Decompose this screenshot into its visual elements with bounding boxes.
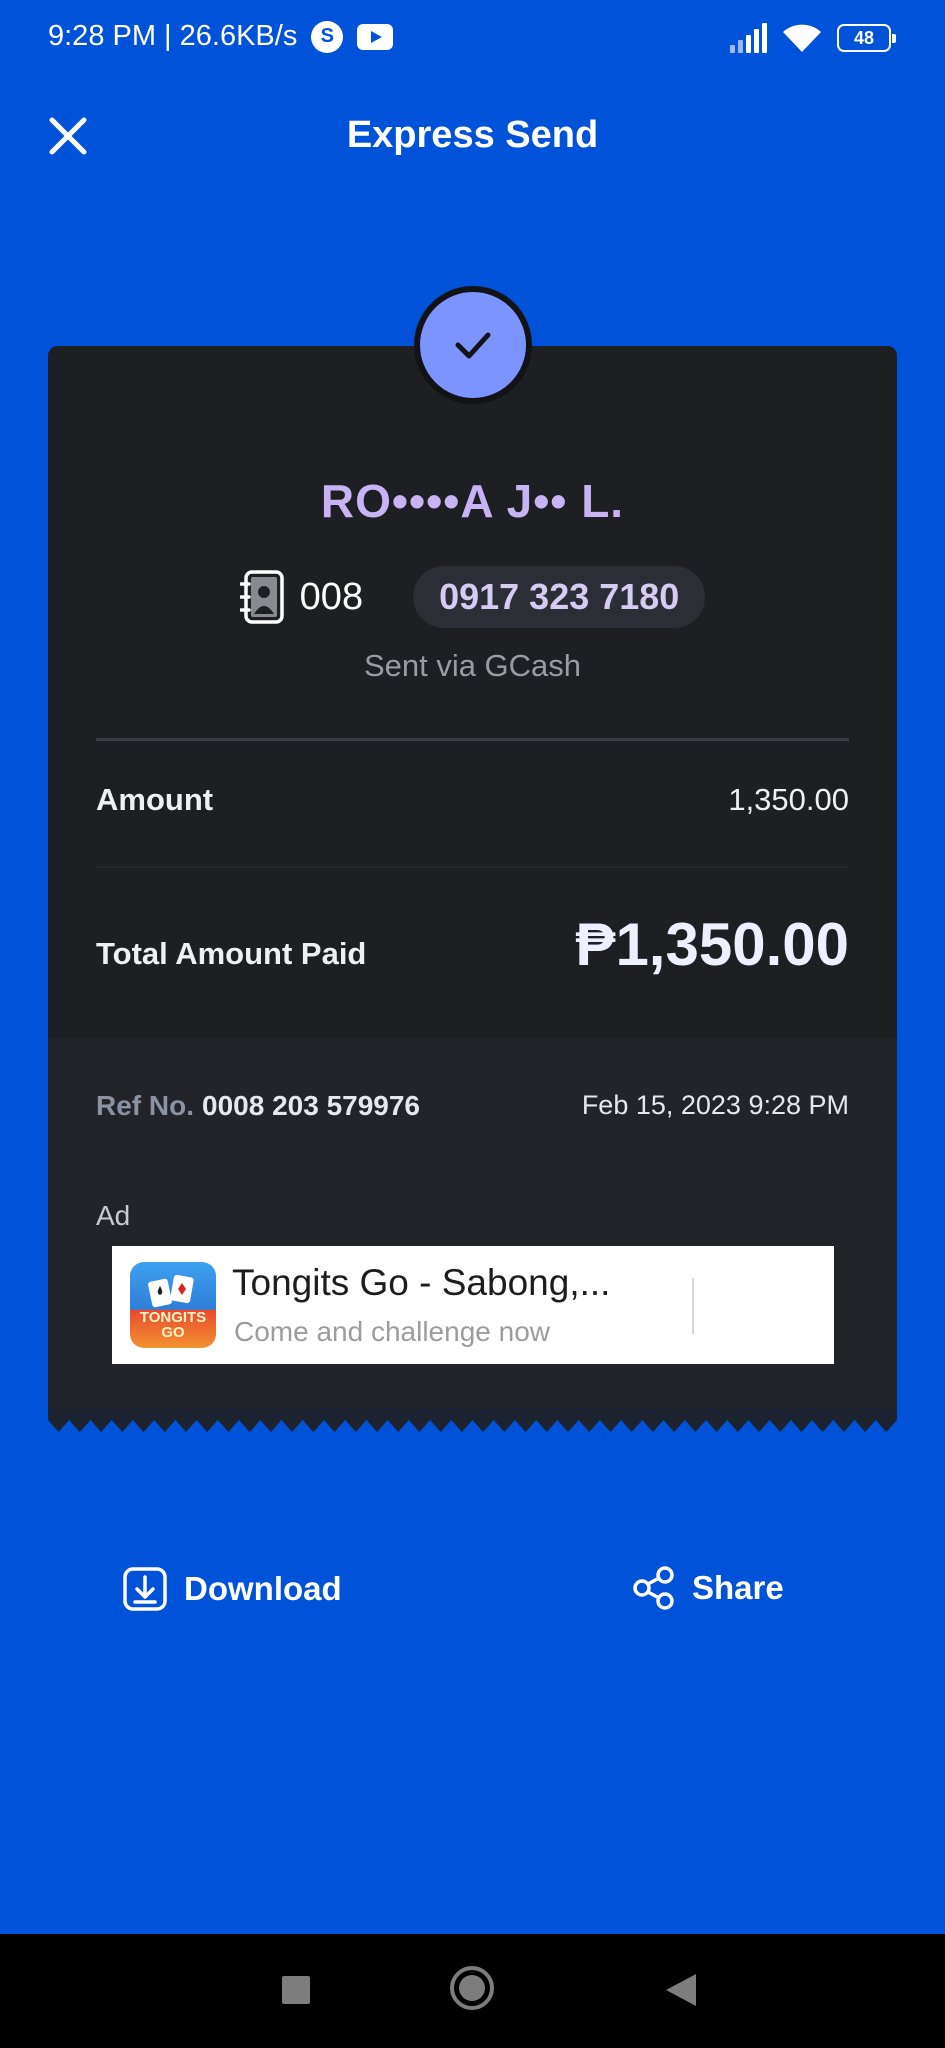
- receipt-card: RO••••A J•• L. 008 0917 323 7180 Sent vi…: [48, 346, 897, 1408]
- status-bar: 9:28 PM | 26.6KB/s S 48: [0, 0, 945, 84]
- ref-value: 0008 203 579976: [202, 1090, 420, 1121]
- recipient-row: 008 0917 323 7180: [48, 566, 897, 628]
- ref-label: Ref No.: [96, 1090, 194, 1121]
- playing-cards-icon: [148, 1274, 194, 1308]
- total-amount-label: Total Amount Paid: [96, 936, 367, 971]
- home-button[interactable]: [450, 1966, 494, 2010]
- ad-subtitle: Come and challenge now: [234, 1316, 550, 1347]
- divider: [96, 738, 849, 741]
- success-badge: [414, 286, 532, 404]
- tongits-go-logo: TONGITS GO: [130, 1262, 216, 1348]
- check-icon: [455, 332, 491, 359]
- ad-separator: [692, 1278, 694, 1334]
- ad-banner[interactable]: TONGITS GO Tongits Go - Sabong,... Come …: [112, 1246, 834, 1364]
- share-icon: [633, 1566, 674, 1610]
- ad-label: Ad: [96, 1200, 131, 1231]
- receipt-summary: RO••••A J•• L. 008 0917 323 7180 Sent vi…: [48, 346, 897, 1038]
- download-button[interactable]: Download: [122, 1566, 342, 1612]
- reference-number: Ref No. 0008 203 579976: [96, 1090, 420, 1122]
- wifi-icon: [783, 24, 821, 52]
- ad-logo-text: TONGITS GO: [139, 1309, 207, 1341]
- header: Express Send: [0, 100, 945, 172]
- signal-icon: [730, 23, 767, 53]
- total-amount-value: ₱1,350.00: [575, 911, 849, 978]
- amount-label: Amount: [96, 782, 214, 817]
- transaction-date: Feb 15, 2023 9:28 PM: [581, 1090, 849, 1120]
- sent-via-label: Sent via GCash: [363, 648, 582, 683]
- phone-number[interactable]: 0917 323 7180: [413, 566, 706, 628]
- status-time-speed: 9:28 PM | 26.6KB/s: [48, 20, 298, 52]
- status-right: 48: [730, 22, 896, 54]
- receipt-torn-edge: [48, 1408, 897, 1432]
- contact-book-icon: [239, 570, 284, 624]
- ad-title: Tongits Go - Sabong,...: [232, 1262, 611, 1303]
- share-label: Share: [692, 1569, 784, 1606]
- download-icon: [123, 1567, 167, 1611]
- recipient-name: RO••••A J•• L.: [320, 475, 625, 527]
- recents-button[interactable]: [282, 1976, 310, 2004]
- youtube-notification-icon: [357, 23, 394, 50]
- divider: [96, 866, 849, 868]
- page-title: Express Send: [346, 114, 599, 156]
- status-left: 9:28 PM | 26.6KB/s S: [48, 20, 394, 53]
- system-nav-bar: [0, 1934, 945, 2048]
- recipient-code: 008: [299, 575, 364, 618]
- download-label: Download: [184, 1570, 342, 1607]
- amount-value: 1,350.00: [728, 782, 849, 817]
- share-button[interactable]: Share: [632, 1566, 784, 1610]
- battery-icon: 48: [837, 24, 896, 52]
- skype-notification-icon: S: [311, 20, 344, 53]
- back-button[interactable]: [666, 1974, 696, 2006]
